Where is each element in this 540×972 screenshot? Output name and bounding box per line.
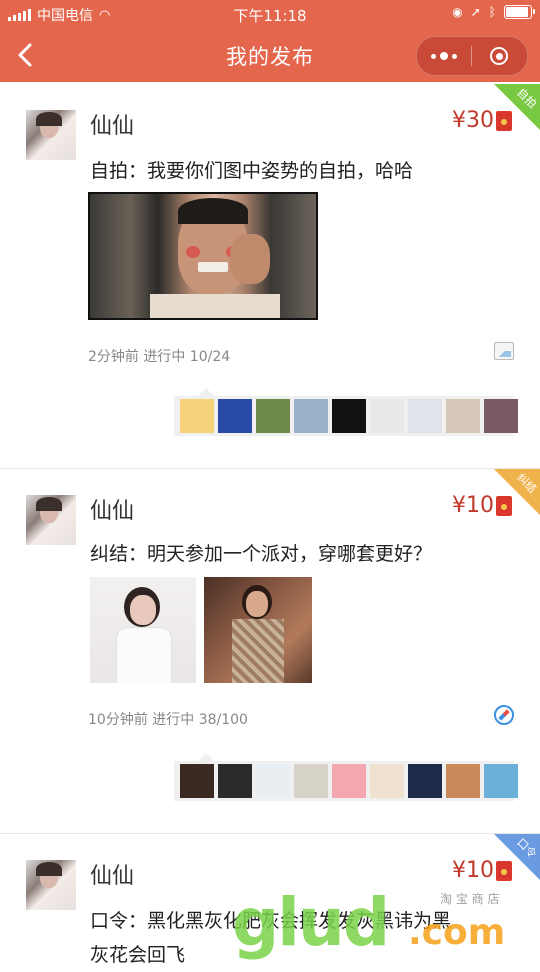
participant-avatar[interactable] bbox=[446, 399, 480, 433]
reward-amount: ¥30 bbox=[452, 108, 494, 133]
participant-avatar[interactable] bbox=[332, 764, 366, 798]
reward-amount: ¥10 bbox=[452, 493, 494, 518]
participant-avatar[interactable] bbox=[218, 764, 252, 798]
participant-avatar[interactable] bbox=[484, 399, 518, 433]
status-bar: 中国电信 ◠ 下午11:18 ◉ ➚ ᛒ bbox=[0, 0, 540, 28]
participant-avatar[interactable] bbox=[256, 399, 290, 433]
watermark-note: 淘 宝 商 店 bbox=[440, 892, 500, 906]
participant-avatar[interactable] bbox=[332, 399, 366, 433]
compass-icon[interactable] bbox=[494, 705, 514, 725]
participant-avatar[interactable] bbox=[256, 764, 290, 798]
post-meta: 10分钟前 进行中 38/100 bbox=[88, 712, 248, 728]
battery-icon bbox=[504, 5, 535, 19]
nav-bar: 我的发布 bbox=[0, 28, 540, 82]
target-icon bbox=[490, 47, 508, 65]
participant-avatar[interactable] bbox=[370, 399, 404, 433]
location-icon: ➚ bbox=[470, 5, 481, 19]
participant-avatar[interactable] bbox=[294, 764, 328, 798]
avatar[interactable] bbox=[26, 495, 76, 545]
watermark-suffix: .com bbox=[408, 912, 506, 953]
avatar[interactable] bbox=[26, 110, 76, 160]
bluetooth-icon: ᛒ bbox=[488, 5, 496, 19]
post-image[interactable] bbox=[88, 192, 318, 320]
participants-strip[interactable] bbox=[174, 753, 518, 801]
user-name: 仙仙 bbox=[90, 499, 135, 524]
post-text: 纠结：明天参加一个派对，穿哪套更好？ bbox=[90, 543, 433, 565]
user-name: 仙仙 bbox=[90, 864, 135, 889]
participants-strip[interactable] bbox=[174, 388, 518, 436]
participant-avatar[interactable] bbox=[218, 399, 252, 433]
watermark-logo: glud bbox=[232, 884, 390, 961]
post-text: 自拍：我要你们图中姿势的自拍，哈哈 bbox=[90, 160, 414, 182]
post-card[interactable]: 仙仙 ¥30 自拍 自拍：我要你们图中姿势的自拍，哈哈 2分钟前 进行中 10/… bbox=[0, 84, 540, 469]
avatar[interactable] bbox=[26, 860, 76, 910]
participant-avatar[interactable] bbox=[408, 399, 442, 433]
reward-amount: ¥10 bbox=[452, 858, 494, 883]
post-image[interactable] bbox=[204, 577, 312, 683]
miniprogram-capsule bbox=[416, 36, 528, 76]
post-image[interactable] bbox=[90, 577, 196, 683]
participant-avatar[interactable] bbox=[180, 764, 214, 798]
participant-avatar[interactable] bbox=[370, 764, 404, 798]
participant-avatar[interactable] bbox=[180, 399, 214, 433]
user-name: 仙仙 bbox=[90, 114, 135, 139]
participant-avatar[interactable] bbox=[446, 764, 480, 798]
participant-avatar[interactable] bbox=[408, 764, 442, 798]
image-icon[interactable] bbox=[494, 342, 514, 360]
participant-avatar[interactable] bbox=[484, 764, 518, 798]
post-meta: 2分钟前 进行中 10/24 bbox=[88, 349, 231, 365]
lock-rotation-icon: ◉ bbox=[452, 5, 463, 19]
participant-avatar[interactable] bbox=[294, 399, 328, 433]
more-button[interactable] bbox=[417, 52, 471, 60]
close-miniprogram-button[interactable] bbox=[472, 47, 526, 65]
post-card[interactable]: 仙仙 ¥10 纠结 纠结：明天参加一个派对，穿哪套更好？ 10分钟前 进行中 3… bbox=[0, 469, 540, 834]
